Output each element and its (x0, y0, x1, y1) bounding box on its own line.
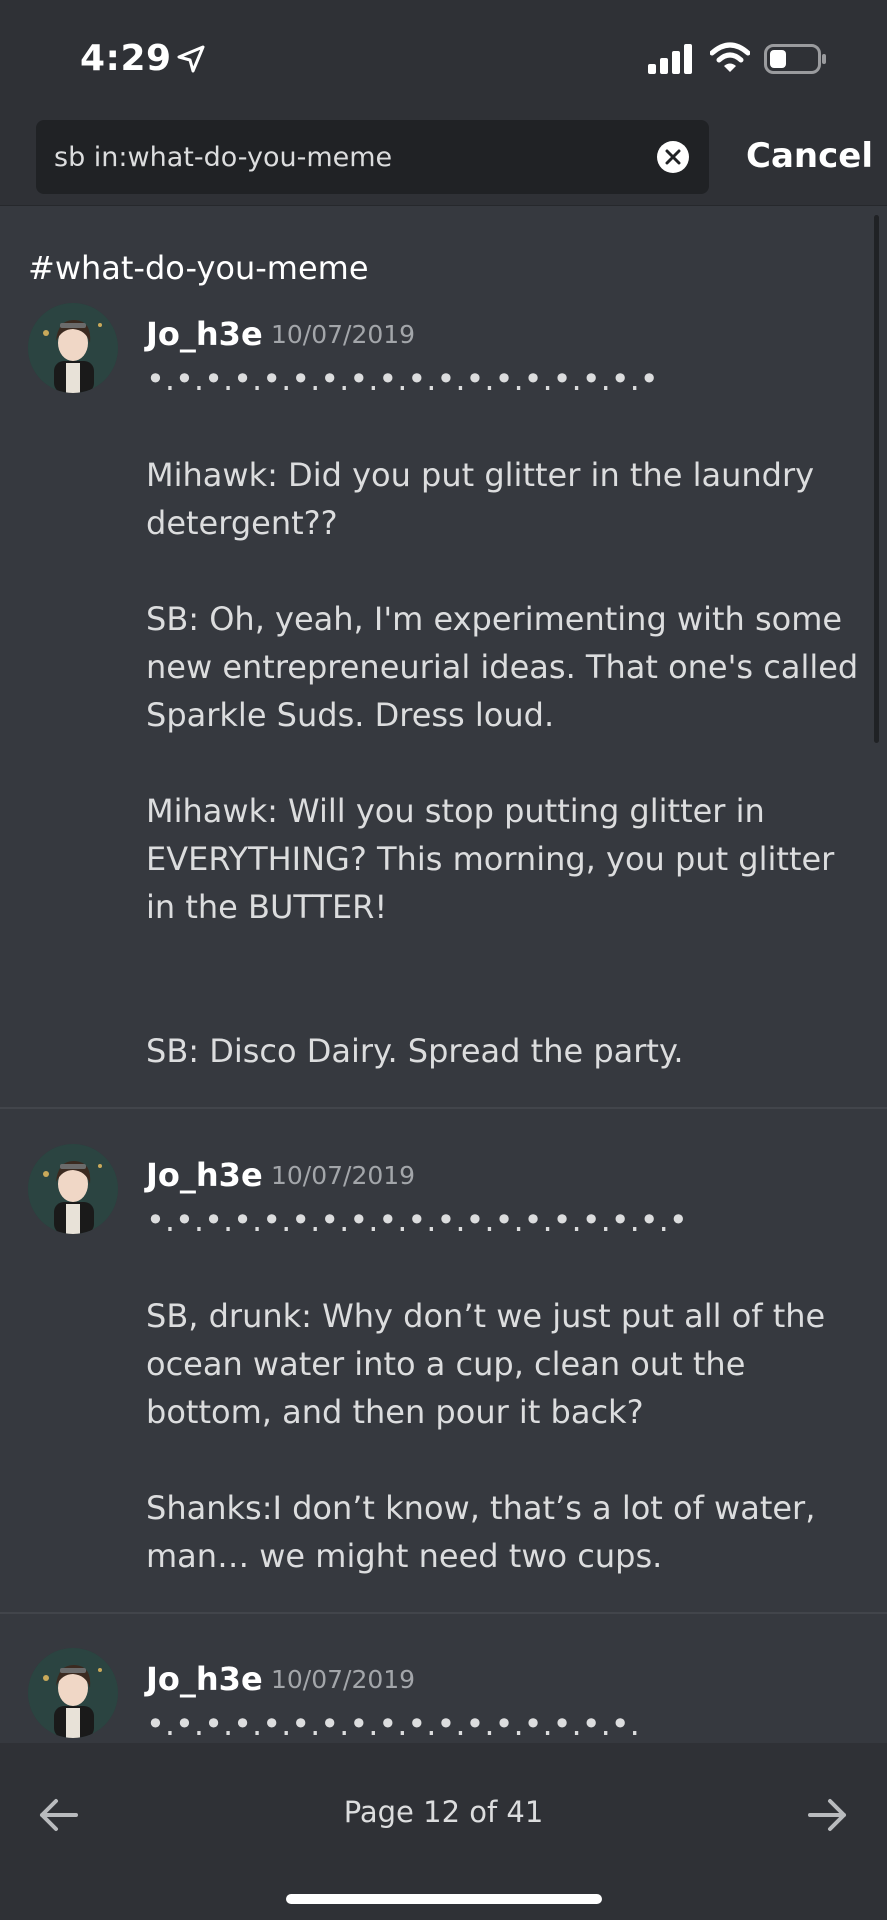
page-indicator: Page 12 of 41 (343, 1795, 544, 1829)
scrollbar[interactable] (874, 215, 879, 743)
search-result-message[interactable]: Jo_h3e 10/07/2019 •.•.•.•.•.•.•.•.•.•.•.… (0, 1648, 887, 1743)
header: 4:29 Cancel (0, 0, 887, 206)
message-timestamp: 10/07/2019 (271, 320, 416, 349)
pagination-bar: Page 12 of 41 (0, 1743, 887, 1920)
cancel-button[interactable]: Cancel (746, 136, 873, 176)
message-timestamp: 10/07/2019 (271, 1161, 416, 1190)
avatar[interactable] (28, 303, 118, 393)
message-author[interactable]: Jo_h3e (146, 1156, 263, 1194)
search-input[interactable] (54, 120, 634, 194)
battery-icon (764, 44, 826, 74)
clear-search-button[interactable] (657, 141, 689, 173)
cellular-signal-icon (648, 44, 692, 74)
search-result-message[interactable]: Jo_h3e 10/07/2019 •.•.•.•.•.•.•.•.•.•.•.… (0, 303, 887, 1070)
message-content: •.•.•.•.•.•.•.•.•.•.•.•.•.•.•.•.•.• Miha… (146, 360, 859, 1070)
location-arrow-icon (177, 45, 205, 73)
message-timestamp: 10/07/2019 (271, 1665, 416, 1694)
avatar[interactable] (28, 1648, 118, 1738)
divider (0, 1612, 887, 1614)
message-content: •.•.•.•.•.•.•.•.•.•.•.•.•.•.•.•.•.•.• SB… (146, 1201, 826, 1575)
channel-heading: #what-do-you-meme (28, 249, 369, 287)
search-bar (36, 120, 709, 194)
close-icon (665, 149, 681, 165)
message-content: •.•.•.•.•.•.•.•.•.•.•.•.•.•.•.•.•. (146, 1705, 640, 1743)
divider (0, 1107, 887, 1109)
status-time: 4:29 (80, 38, 172, 79)
search-result-message[interactable]: Jo_h3e 10/07/2019 •.•.•.•.•.•.•.•.•.•.•.… (0, 1144, 887, 1575)
arrow-right-icon (808, 1799, 846, 1831)
next-page-button[interactable] (798, 1785, 858, 1845)
message-author[interactable]: Jo_h3e (146, 315, 263, 353)
search-results[interactable]: #what-do-you-meme Jo_h3e 10/07/2019 •.•.… (0, 207, 887, 1743)
message-author[interactable]: Jo_h3e (146, 1660, 263, 1698)
home-indicator[interactable] (286, 1894, 602, 1904)
avatar[interactable] (28, 1144, 118, 1234)
wifi-icon (710, 42, 750, 72)
